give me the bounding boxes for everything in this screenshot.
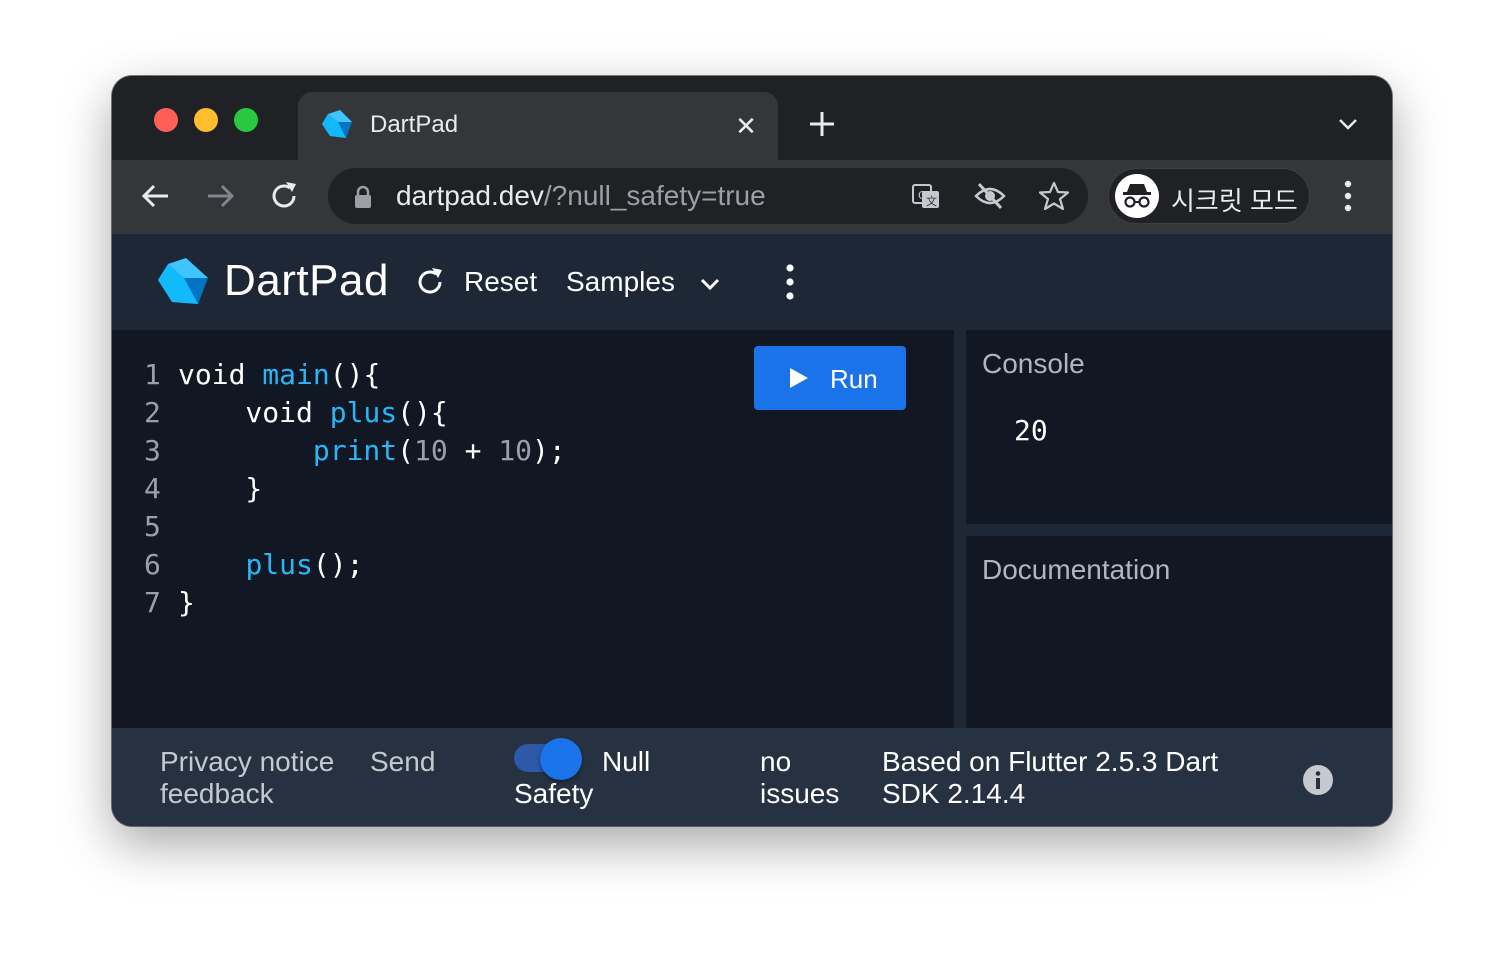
eye-slash-icon[interactable] [974, 180, 1006, 212]
dart-logo-icon [158, 258, 208, 304]
chevron-down-icon[interactable] [696, 270, 724, 298]
browser-menu-kebab-icon[interactable] [1332, 178, 1364, 214]
console-title: Console [982, 348, 1085, 379]
bookmark-star-icon[interactable] [1038, 180, 1070, 212]
dart-logo-icon [322, 110, 352, 138]
issues-status-line2[interactable]: issues [760, 778, 839, 810]
reset-refresh-icon[interactable] [414, 266, 446, 298]
window-zoom-button[interactable] [234, 108, 258, 132]
line-number: 1 [144, 358, 161, 391]
horizontal-splitter[interactable] [966, 524, 1392, 536]
line-number: 7 [144, 586, 161, 619]
code-line[interactable]: void plus(){ [178, 396, 448, 429]
null-safety-label: Null [602, 746, 651, 777]
app-title: DartPad [224, 256, 389, 305]
line-number: 6 [144, 548, 161, 581]
line-number: 5 [144, 510, 161, 543]
operator-token: + [447, 434, 499, 467]
status-footer: Privacy notice feedback Send Null Safety… [112, 728, 1392, 826]
function-token: plus [329, 396, 398, 429]
code-line[interactable]: void main(){ [178, 358, 380, 391]
more-options-kebab-icon[interactable] [776, 262, 804, 302]
close-tab-icon[interactable]: ✕ [730, 110, 762, 142]
url-text[interactable]: dartpad.dev/?null_safety=true [396, 180, 766, 212]
url-host: dartpad.dev [396, 180, 544, 211]
lock-icon[interactable] [352, 185, 374, 209]
tab-search-chevron-down-icon[interactable] [1334, 112, 1362, 136]
forward-arrow-icon[interactable] [202, 178, 238, 214]
incognito-label: 시크릿 모드 [1171, 186, 1298, 216]
incognito-profile-button[interactable]: 시크릿 모드 [1108, 168, 1310, 224]
info-icon[interactable] [1302, 764, 1334, 796]
code-line[interactable]: } [178, 586, 195, 619]
vertical-splitter[interactable] [954, 330, 966, 728]
null-safety-label-line2: Safety [514, 778, 594, 809]
feedback-link-line2[interactable]: feedback [160, 778, 274, 810]
code-line[interactable]: } [178, 472, 262, 505]
indent-token [178, 434, 313, 467]
indent-token [178, 548, 245, 581]
sdk-version-text: Based on Flutter 2.5.3 Dart [882, 746, 1219, 777]
new-tab-plus-icon[interactable] [804, 106, 840, 142]
run-label: Run [830, 364, 878, 394]
dartpad-header: DartPad Reset Samples [112, 234, 1392, 330]
translate-icon[interactable]: G 文 [910, 180, 942, 212]
documentation-title: Documentation [982, 554, 1171, 585]
keyword-token: void [178, 358, 263, 391]
punct-token: (){ [329, 358, 381, 391]
code-editor[interactable]: 1 2 3 4 5 6 7 void main(){ void plus(){ … [112, 330, 954, 728]
window-minimize-button[interactable] [194, 108, 218, 132]
function-token: main [262, 358, 330, 391]
code-line[interactable]: plus(); [178, 548, 363, 581]
punct-token: ); [532, 434, 566, 467]
keyword-token: void [178, 396, 330, 429]
samples-dropdown[interactable]: Samples [566, 266, 675, 298]
reset-button[interactable]: Reset [464, 266, 537, 298]
play-icon [790, 368, 808, 388]
url-path: /?null_safety=true [543, 180, 766, 211]
svg-text:文: 文 [926, 194, 937, 208]
number-token: 10 [414, 434, 448, 467]
browser-tab-dartpad[interactable]: DartPad ✕ [298, 92, 778, 160]
function-token: print [312, 434, 398, 467]
null-safety-toggle-knob[interactable] [540, 738, 582, 780]
code-line[interactable]: print(10 + 10); [178, 434, 566, 467]
browser-toolbar: dartpad.dev/?null_safety=true G 文 시크릿 모드 [112, 160, 1392, 236]
line-number: 4 [144, 472, 161, 505]
reload-icon[interactable] [266, 178, 302, 214]
punct-token: (){ [397, 396, 448, 429]
browser-window: DartPad ✕ dartpad.dev/?null_safety=true … [112, 76, 1392, 826]
address-bar[interactable]: dartpad.dev/?null_safety=true G 文 [328, 168, 1088, 224]
console-output: 20 [1014, 414, 1048, 447]
issues-status[interactable]: no [760, 746, 791, 778]
punct-token: ( [397, 434, 415, 467]
send-feedback-link[interactable]: Send [370, 746, 435, 778]
number-token: 10 [498, 434, 533, 467]
line-number: 2 [144, 396, 161, 429]
sdk-version-text-line2: SDK 2.14.4 [882, 778, 1026, 809]
privacy-notice-link[interactable]: Privacy notice [160, 746, 334, 778]
documentation-panel: Documentation [966, 536, 1392, 728]
tab-title: DartPad [370, 111, 459, 138]
punct-token: (); [312, 548, 364, 581]
console-panel: Console 20 [966, 330, 1392, 524]
back-arrow-icon[interactable] [138, 178, 174, 214]
line-number: 3 [144, 434, 161, 467]
function-token: plus [245, 548, 313, 581]
tab-strip: DartPad ✕ [112, 76, 1392, 160]
incognito-icon [1115, 174, 1159, 218]
window-close-button[interactable] [154, 108, 178, 132]
run-button[interactable]: Run [754, 346, 906, 410]
